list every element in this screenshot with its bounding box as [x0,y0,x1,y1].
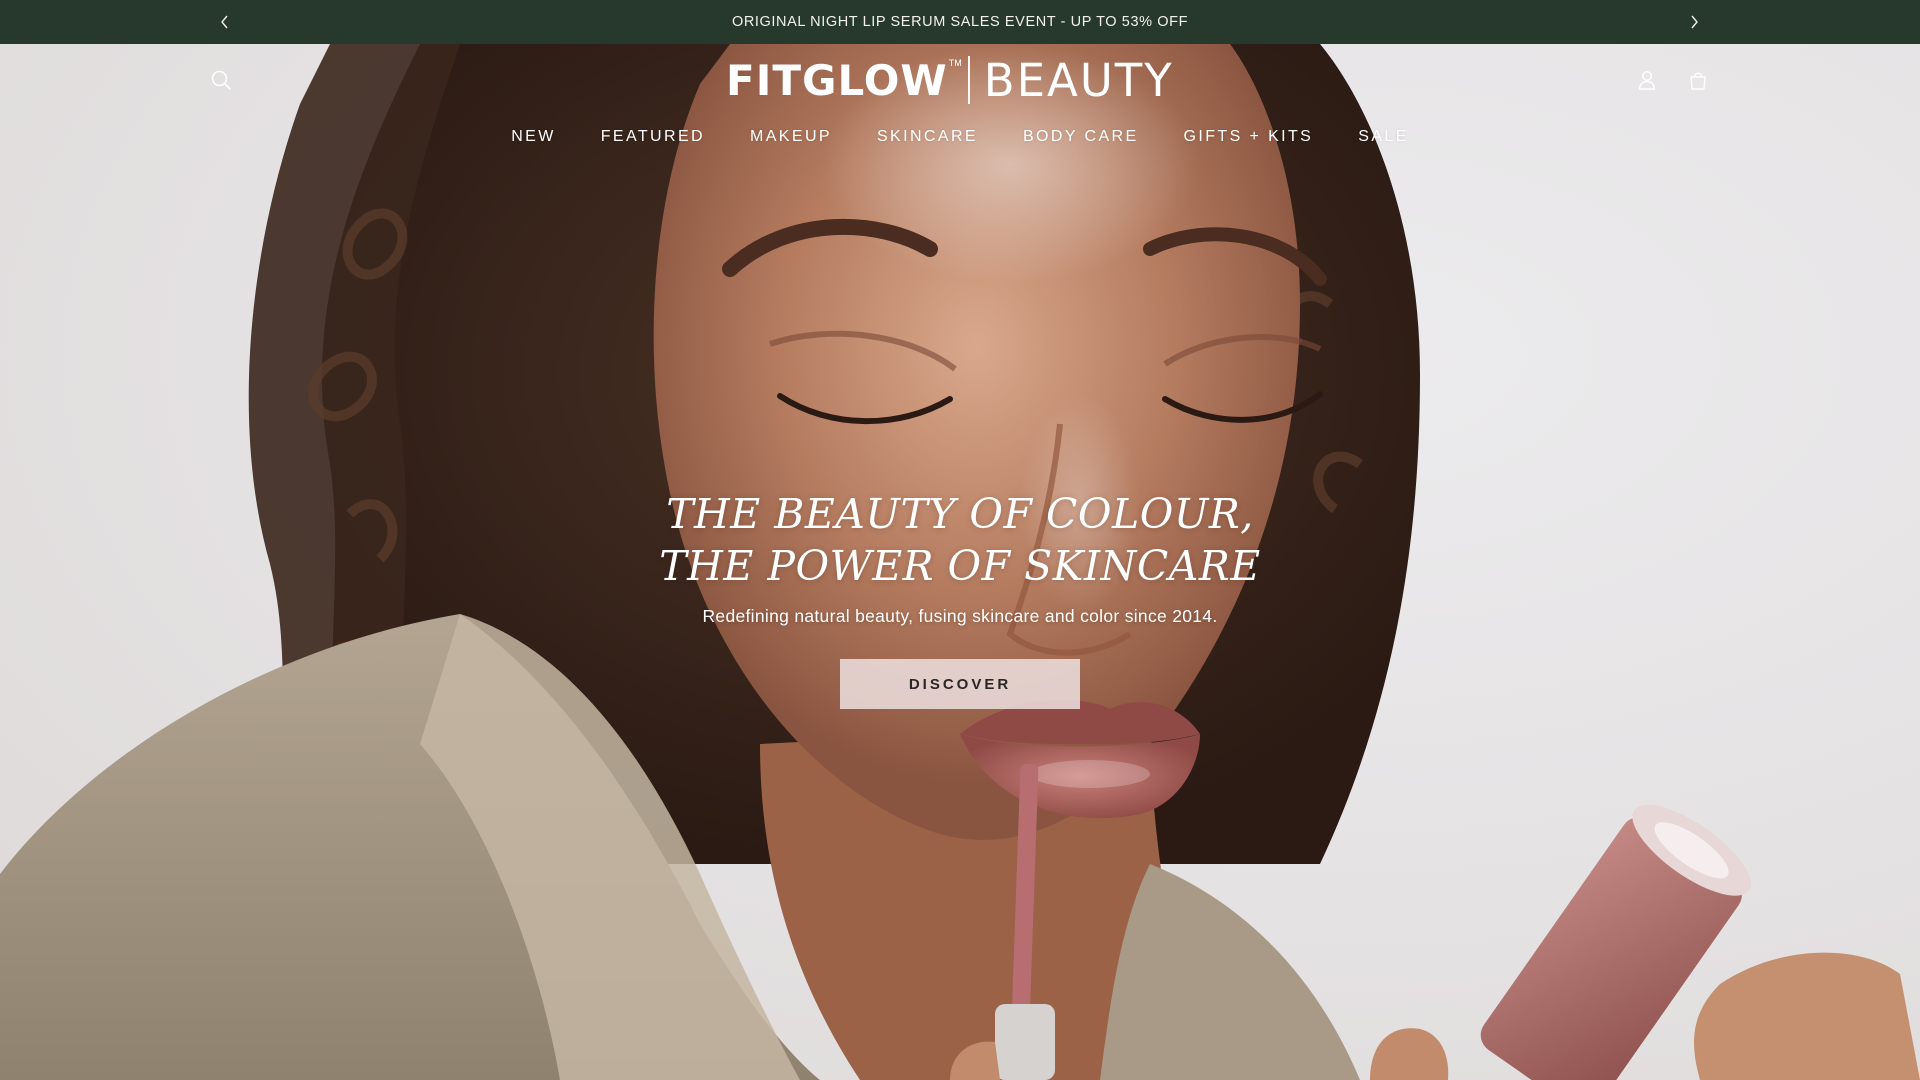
nav-item-skincare[interactable]: SKINCARE [877,128,978,154]
announcement-text[interactable]: ORIGINAL NIGHT LIP SERUM SALES EVENT - U… [732,14,1188,30]
nav-item-featured[interactable]: FEATURED [601,128,705,154]
main-nav: NEW FEATURED MAKEUP SKINCARE BODY CARE G… [0,128,1920,154]
account-icon [1638,71,1656,90]
search-button[interactable] [208,67,234,93]
chevron-right-icon [1691,15,1698,29]
announcement-bar: ORIGINAL NIGHT LIP SERUM SALES EVENT - U… [0,0,1920,44]
hero-headline-line-2: THE POWER OF SKINCARE [659,542,1261,590]
account-button[interactable] [1634,67,1660,93]
chevron-left-icon [221,15,228,29]
site-logo[interactable]: FITGLOW TM BEAUTY [726,52,1196,108]
hero-headline-line-1: THE BEAUTY OF COLOUR, [666,490,1254,538]
discover-button[interactable]: DISCOVER [840,659,1080,709]
announcement-next-button[interactable] [1682,10,1706,34]
logo-subtitle: BEAUTY [983,53,1174,107]
hero-copy: THE BEAUTY OF COLOUR, THE POWER OF SKINC… [560,488,1360,709]
search-icon [211,70,231,90]
nav-item-makeup[interactable]: MAKEUP [750,128,832,154]
logo-trademark: TM [948,58,962,68]
nav-item-sale[interactable]: SALE [1358,128,1409,154]
hero-subtitle: Redefining natural beauty, fusing skinca… [702,606,1218,626]
nav-item-body-care[interactable]: BODY CARE [1023,128,1139,154]
announcement-prev-button[interactable] [213,10,237,34]
cart-button[interactable] [1685,67,1711,93]
nav-item-gifts-kits[interactable]: GIFTS + KITS [1184,128,1314,154]
nav-item-new[interactable]: NEW [511,128,556,154]
logo-wordmark: FITGLOW [726,55,948,105]
logo-divider [967,56,970,104]
hero-headline: THE BEAUTY OF COLOUR, THE POWER OF SKINC… [560,488,1360,592]
cart-icon [1690,72,1706,90]
